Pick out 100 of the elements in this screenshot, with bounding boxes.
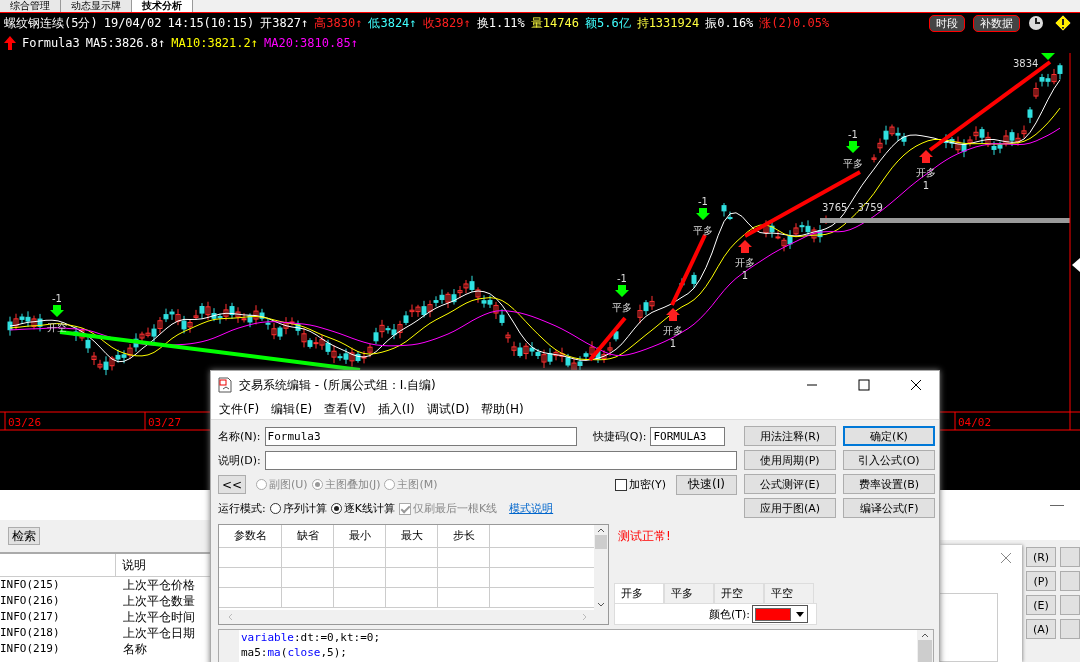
field-label: 快捷码(Q): [592,429,647,444]
chart-button[interactable]: 补数据 [973,14,1020,32]
table-cell-text: 名称 [122,640,147,658]
indicator-value: MA5:3826.8↑ [85,36,166,50]
window-button[interactable] [1060,547,1080,567]
window-button[interactable] [1060,619,1080,639]
signal-value: -1 [617,273,627,284]
document-icon [217,377,233,393]
dialog-button[interactable]: 费率设置(B) [843,474,935,494]
field-label: 说明(D): [218,453,261,468]
up-arrow-icon [666,308,680,321]
fast-button[interactable]: 快速(I) [676,474,737,495]
radio-option[interactable]: 逐K线计算 [330,501,395,516]
description-field[interactable] [264,451,737,470]
dialog-button[interactable]: 用法注释(R) [744,426,836,446]
formula-name: Formula3 [22,36,80,50]
checkbox-option[interactable]: 加密(Y) [614,477,666,492]
column-header[interactable]: 缺省 [282,525,334,547]
collapse-button[interactable]: << [218,475,246,494]
field-label: 名称(N): [218,429,261,444]
dialog-button[interactable]: 确定(K) [843,426,935,446]
dialog-button[interactable]: 引入公式(O) [843,450,935,470]
window-button[interactable] [1060,571,1080,591]
search-button[interactable]: 检索 [8,527,40,545]
table-cell-text: INFO(218) [0,625,61,641]
tab[interactable]: 技术分析 [132,0,193,12]
table-cell-text: 上次平仓数量 [122,592,195,610]
help-link[interactable]: 模式说明 [509,501,554,516]
window-button[interactable]: (A) [1026,619,1056,639]
quote-text: 涨(2)0.05% [759,14,830,32]
tab[interactable]: 平空 [764,583,814,603]
color-dropdown[interactable] [752,605,808,623]
column-header[interactable]: 参数名 [219,525,282,547]
down-arrow-icon [1041,53,1055,60]
window-button[interactable]: (P) [1026,571,1056,591]
down-arrow-icon [696,208,710,220]
menu-item[interactable]: 文件(F) [213,399,266,419]
date-label: 03/27 [148,416,182,429]
scroll-thumb[interactable] [595,535,607,549]
signal-label: 开多 [735,257,755,268]
window-button[interactable]: (E) [1026,595,1056,615]
scroll-thumb[interactable] [918,640,932,662]
signal-value: 1 [741,270,749,281]
signal-label: 平多 [612,302,632,313]
signal-value: -1 [52,293,62,304]
clock-icon[interactable] [1028,15,1044,31]
column-header[interactable]: 最小 [334,525,386,547]
table-cell-text: 上次平仓价格 [122,576,195,594]
quote-text: 开3827↑ [260,14,309,32]
price-label: 3834 [1013,58,1039,69]
close-icon[interactable] [1000,552,1012,564]
date-label: 04/02 [958,416,992,429]
dialog-button[interactable]: 编译公式(F) [843,498,935,518]
dialog-button[interactable]: 应用于图(A) [744,498,836,518]
down-arrow-icon [50,305,64,317]
trade-line [588,316,627,362]
tab[interactable]: 开多 [614,583,664,603]
minimize-icon[interactable] [1050,505,1064,507]
menu-item[interactable]: 编辑(E) [265,399,319,419]
window-button[interactable]: (R) [1026,547,1056,567]
window-title: 交易系统编辑 - (所属公式组：I.自编) [239,376,436,394]
dialog-button[interactable]: 公式测评(E) [744,474,836,494]
signal-value: -1 [698,196,708,207]
dialog-button[interactable]: 使用周期(P) [744,450,836,470]
menu-item[interactable]: 查看(V) [318,399,372,419]
tab[interactable]: 动态显示牌 [61,0,132,12]
column-header[interactable]: 说明 [116,556,146,574]
signal-value: -1 [848,129,858,140]
tab[interactable]: 开空 [714,583,764,603]
signal-label: 平多 [843,158,863,169]
window-button[interactable] [1060,595,1080,615]
indicator-value: MA20:3810.85↑ [264,36,358,50]
quote-text: 高3830↑ [314,14,363,32]
chart-button[interactable]: 时段 [929,14,965,32]
menu-item[interactable]: 插入(I) [371,399,421,419]
warning-icon[interactable] [1054,14,1072,32]
signal-value: 1 [922,180,930,191]
down-arrow-icon [615,285,629,297]
up-arrow-icon [738,240,752,253]
table-cell-text: INFO(216) [0,593,61,609]
name-field[interactable]: Formula3 [264,427,577,446]
tab[interactable]: 综合管理 [0,0,61,12]
column-header[interactable]: 最大 [386,525,438,547]
radio-option[interactable]: 序列计算 [269,501,327,516]
trade-line [670,234,707,306]
column-header[interactable]: 步长 [438,525,490,547]
shortcut-field[interactable]: FORMULA3 [650,427,726,446]
menu-item[interactable]: 帮助(H) [475,399,530,419]
candlestick [691,271,697,289]
down-arrow-icon [846,141,860,153]
signal-value: 1 [669,338,677,349]
scrollbar[interactable] [594,525,608,610]
table-cell-text: 上次平仓时间 [122,608,195,626]
code-line: variable:dt:=0,kt:=0; [241,630,382,645]
quote-text: 收3829↑ [422,14,471,32]
up-arrow-icon [4,36,16,50]
code-editor[interactable]: variable:dt:=0,kt:=0; ma5:ma(close,5); [218,629,934,662]
menu-item[interactable]: 调试(D) [420,399,476,419]
quote-text: 换1.11% [476,14,525,32]
tab[interactable]: 平多 [664,583,714,603]
